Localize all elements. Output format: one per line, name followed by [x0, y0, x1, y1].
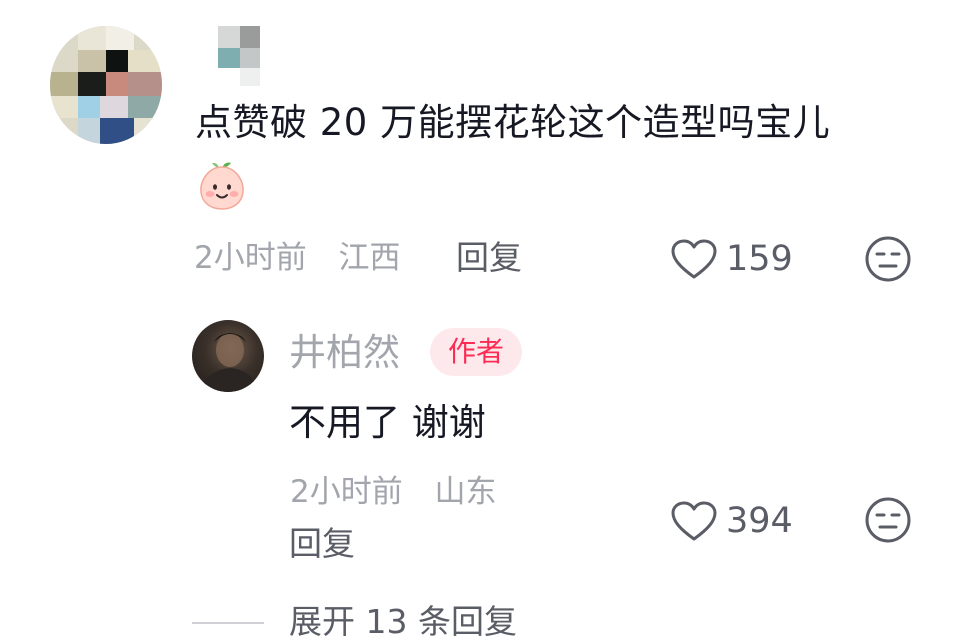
comment-meta: 2小时前 江西 — [194, 238, 400, 278]
reply-like-button[interactable]: 394 — [670, 500, 793, 542]
reply-location: 山东 — [434, 474, 497, 510]
reply-meta: 2小时前 山东 — [290, 472, 496, 512]
comment-time: 2小时前 — [194, 240, 307, 276]
comment-reply-button[interactable]: 回复 — [456, 238, 522, 278]
commenter-avatar[interactable] — [50, 26, 162, 144]
reply-reply-button[interactable]: 回复 — [289, 524, 355, 564]
heart-icon — [671, 501, 717, 541]
meh-face-icon — [865, 497, 911, 543]
commenter-name-mosaic[interactable] — [218, 26, 262, 86]
author-name[interactable]: 井柏然 — [289, 330, 400, 376]
reply-time: 2小时前 — [290, 474, 403, 510]
reply-text: 不用了 谢谢 — [289, 401, 486, 444]
comment-like-button[interactable]: 159 — [670, 238, 793, 280]
author-badge: 作者 — [430, 328, 523, 376]
author-avatar[interactable] — [192, 320, 264, 392]
reply-like-count: 394 — [726, 501, 793, 541]
comment-text: 点赞破 20 万能摆花轮这个造型吗宝儿 — [195, 101, 831, 144]
expand-divider — [192, 622, 264, 624]
comment-like-count: 159 — [726, 239, 793, 279]
comment-location: 江西 — [338, 240, 401, 276]
smiling-peach-emoji-icon — [195, 158, 249, 212]
heart-icon — [671, 239, 717, 279]
expand-replies-button[interactable]: 展开 13 条回复 — [289, 600, 517, 644]
reply-dislike-button[interactable] — [864, 496, 912, 544]
comment-dislike-button[interactable] — [864, 235, 912, 283]
meh-face-icon — [865, 236, 911, 282]
